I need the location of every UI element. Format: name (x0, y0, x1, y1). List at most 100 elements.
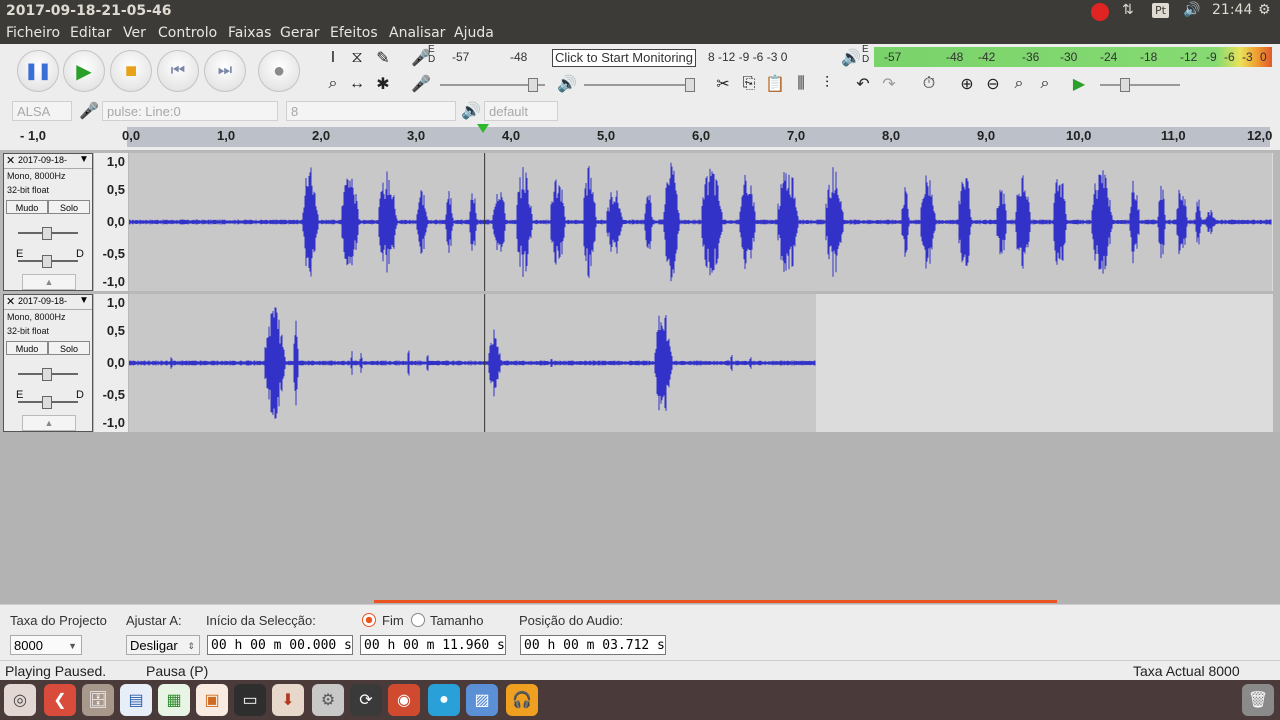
play-speed-slider[interactable] (1100, 78, 1180, 92)
playback-volume-slider[interactable] (584, 78, 695, 92)
settings-gear-icon[interactable]: ⚙ (1258, 2, 1271, 18)
playhead-marker-icon[interactable] (477, 124, 489, 133)
menu-efeitos[interactable]: Efeitos (330, 25, 378, 41)
collapse-track-button[interactable]: ▲ (22, 415, 76, 431)
collapse-track-button[interactable]: ▲ (22, 274, 76, 290)
calc-icon[interactable]: ▦ (158, 684, 190, 716)
record-button[interactable]: ● (258, 50, 300, 92)
audio-host-select[interactable]: ALSA (12, 101, 72, 121)
clock[interactable]: 21:44 (1212, 2, 1252, 18)
track-menu-chevron-icon[interactable]: ▼ (79, 154, 89, 165)
play-button[interactable]: ▶ (63, 50, 105, 92)
channels-select[interactable]: 8 (286, 101, 456, 121)
selection-tool-icon[interactable]: I (322, 47, 344, 69)
writer-icon[interactable]: ▤ (120, 684, 152, 716)
redo-icon[interactable]: ↷ (878, 73, 900, 95)
slider-thumb[interactable] (42, 396, 52, 409)
gain-slider[interactable] (18, 368, 78, 381)
trash-icon[interactable]: 🗑 (1242, 684, 1274, 716)
selection-end-time[interactable]: 00 h 00 m 11.960 s (360, 635, 506, 655)
recording-volume-slider[interactable] (440, 78, 545, 92)
waveform-track-2[interactable] (129, 294, 1273, 432)
pan-slider[interactable] (18, 396, 78, 409)
chrome-icon[interactable]: ◉ (388, 684, 420, 716)
paste-icon[interactable]: 📋 (764, 73, 786, 95)
slider-thumb[interactable] (42, 227, 52, 240)
track-name-menu[interactable]: ✕ 2017-09-18- ▼ (4, 295, 92, 310)
audio-position-time[interactable]: 00 h 00 m 03.712 s (520, 635, 666, 655)
undo-icon[interactable]: ↶ (852, 73, 874, 95)
menu-ajuda[interactable]: Ajuda (454, 25, 494, 41)
sync-lock-icon[interactable]: ⏱ (918, 73, 940, 95)
ubuntu-home-icon[interactable]: ◎ (4, 684, 36, 716)
track-menu-chevron-icon[interactable]: ▼ (79, 295, 89, 306)
speaker-icon[interactable]: 🔊 (840, 47, 862, 69)
zoom-tool-icon[interactable]: ⌕ (322, 73, 344, 95)
stop-button[interactable]: ■ (110, 50, 152, 92)
slider-thumb[interactable] (42, 368, 52, 381)
track-control-panel[interactable]: ✕ 2017-09-18- ▼ Mono, 8000Hz 32-bit floa… (3, 294, 93, 432)
mute-button[interactable]: Mudo (6, 200, 48, 214)
pause-button[interactable]: ❚❚ (17, 50, 59, 92)
track-control-panel[interactable]: ✕ 2017-09-18- ▼ Mono, 8000Hz 32-bit floa… (3, 153, 93, 291)
output-device-select[interactable]: default (484, 101, 558, 121)
cut-icon[interactable]: ✂ (712, 73, 734, 95)
browser-icon[interactable]: ● (428, 684, 460, 716)
system-settings-icon[interactable]: ⚙ (312, 684, 344, 716)
fit-selection-icon[interactable]: ⌕ (1008, 73, 1030, 95)
draw-tool-icon[interactable]: ✎ (372, 47, 394, 69)
fit-project-icon[interactable]: ⌕ (1034, 73, 1056, 95)
timeline-ruler[interactable]: - 1,0 0,0 1,0 2,0 3,0 4,0 5,0 6,0 7,0 8,… (0, 124, 1280, 150)
menu-ver[interactable]: Ver (123, 25, 146, 41)
track-name[interactable]: 2017-09-18- (18, 296, 67, 306)
zoom-out-icon[interactable]: ⊖ (982, 73, 1004, 95)
length-radio[interactable] (411, 613, 425, 627)
software-install-icon[interactable]: ⬇ (272, 684, 304, 716)
screenshot-icon[interactable]: ▨ (466, 684, 498, 716)
keyboard-layout-indicator[interactable]: Pt (1152, 3, 1169, 18)
start-monitoring-button[interactable]: Click to Start Monitoring (552, 49, 696, 67)
slider-thumb[interactable] (528, 78, 538, 92)
record-indicator-icon[interactable] (1091, 3, 1109, 21)
volume-icon[interactable]: 🔊 (1183, 2, 1200, 18)
track-name[interactable]: 2017-09-18- (18, 155, 67, 165)
gain-slider[interactable] (18, 227, 78, 240)
multi-tool-icon[interactable]: ✱ (372, 73, 394, 95)
mute-button[interactable]: Mudo (6, 341, 48, 355)
slider-thumb[interactable] (42, 255, 52, 268)
close-track-icon[interactable]: ✕ (6, 295, 15, 308)
solo-button[interactable]: Solo (48, 200, 90, 214)
skip-to-end-button[interactable]: ⏭ (204, 50, 246, 92)
empty-track-area[interactable] (0, 432, 1280, 604)
update-manager-icon[interactable]: ⟳ (350, 684, 382, 716)
trim-icon[interactable]: ⫼ (790, 73, 812, 95)
audacity-icon[interactable]: 🎧 (506, 684, 538, 716)
skip-to-start-button[interactable]: ⏮ (157, 50, 199, 92)
playback-meter[interactable]: -57 -48 -42 -36 -30 -24 -18 -12 -9 -6 -3… (874, 47, 1272, 67)
pan-slider[interactable] (18, 255, 78, 268)
menu-controlo[interactable]: Controlo (158, 25, 217, 41)
play-at-speed-icon[interactable]: ▶ (1068, 73, 1090, 95)
project-rate-select[interactable]: 8000 ▼ (10, 635, 82, 655)
track-empty-region[interactable] (816, 294, 1273, 432)
track-name-menu[interactable]: ✕ 2017-09-18- ▼ (4, 154, 92, 169)
menu-ficheiro[interactable]: Ficheiro (6, 25, 60, 41)
envelope-tool-icon[interactable]: ⧖ (346, 47, 368, 69)
input-device-select[interactable]: pulse: Line:0 (102, 101, 278, 121)
network-icon[interactable]: ⇅ (1122, 2, 1134, 18)
track-empty-region[interactable] (1272, 153, 1273, 291)
selection-start-time[interactable]: 00 h 00 m 00.000 s (207, 635, 353, 655)
end-radio[interactable] (362, 613, 376, 627)
snap-to-select[interactable]: Desligar ⇕ (126, 635, 200, 655)
file-manager-icon[interactable]: 🗄 (82, 684, 114, 716)
copy-icon[interactable]: ⎘ (738, 73, 760, 95)
solo-button[interactable]: Solo (48, 341, 90, 355)
close-track-icon[interactable]: ✕ (6, 154, 15, 167)
menu-gerar[interactable]: Gerar (280, 25, 320, 41)
back-launcher-icon[interactable]: ❮ (44, 684, 76, 716)
time-shift-tool-icon[interactable]: ↔ (346, 73, 368, 95)
menu-faixas[interactable]: Faixas (228, 25, 271, 41)
impress-icon[interactable]: ▣ (196, 684, 228, 716)
silence-icon[interactable]: ⫶ (816, 73, 838, 95)
slider-thumb[interactable] (685, 78, 695, 92)
